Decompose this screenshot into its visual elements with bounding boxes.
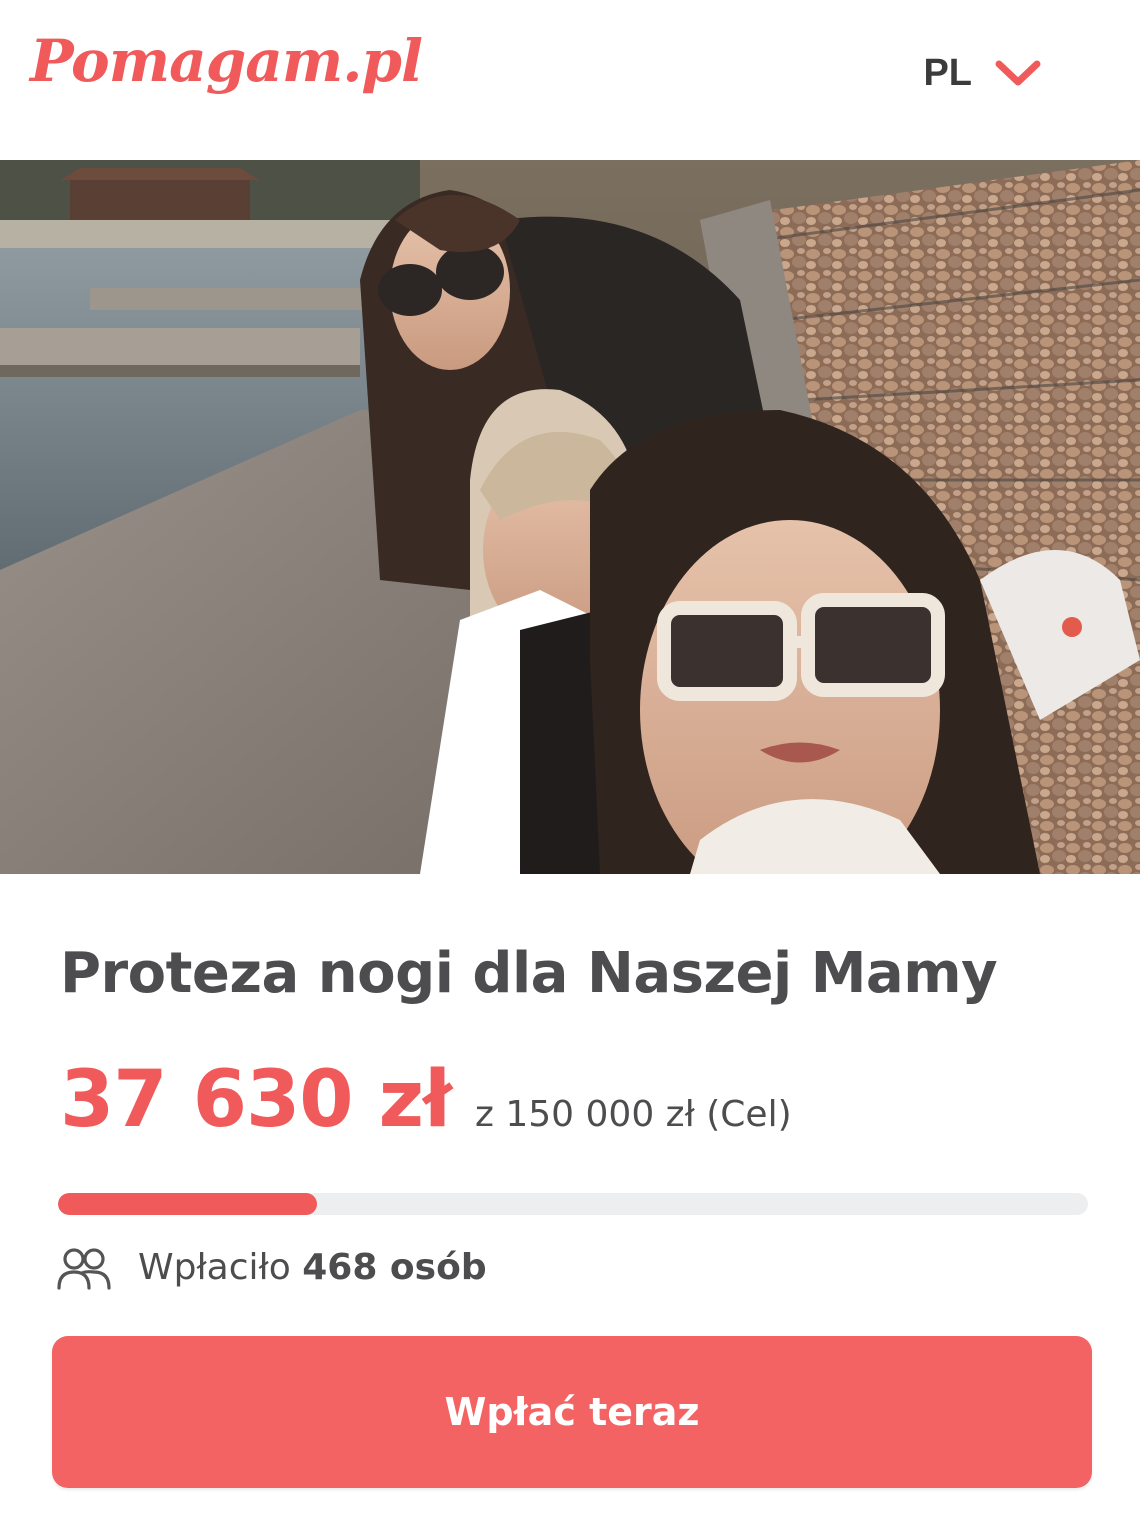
raised-amount: 37 630 zł [60,1055,452,1145]
pomagam-logo[interactable]: Pomagam.pl [30,26,423,96]
top-bar: Pomagam.pl PL [0,0,1140,160]
campaign-hero-photo [0,160,1140,874]
language-selector[interactable]: PL [923,48,1042,98]
chevron-down-icon [995,60,1041,86]
donate-now-label: Wpłać teraz [444,1390,700,1434]
funding-summary: 37 630 zł z 150 000 zł (Cel) [60,1052,792,1148]
donors-summary: Wpłaciło 468 osób [56,1242,487,1294]
donors-count: 468 osób [302,1247,487,1288]
people-icon [57,1248,111,1290]
donate-now-button[interactable]: Wpłać teraz [52,1336,1092,1488]
goal-amount: z 150 000 zł (Cel) [475,1094,792,1135]
donors-prefix: Wpłaciło [138,1247,291,1288]
funding-progress-fill [58,1193,317,1215]
hero-photo-illustration [0,160,1140,874]
donors-count-text: Wpłaciło 468 osób [138,1242,487,1294]
funding-progress-bar [58,1193,1088,1215]
campaign-title: Proteza nogi dla Naszej Mamy [60,941,998,1006]
language-label: PL [923,52,972,94]
